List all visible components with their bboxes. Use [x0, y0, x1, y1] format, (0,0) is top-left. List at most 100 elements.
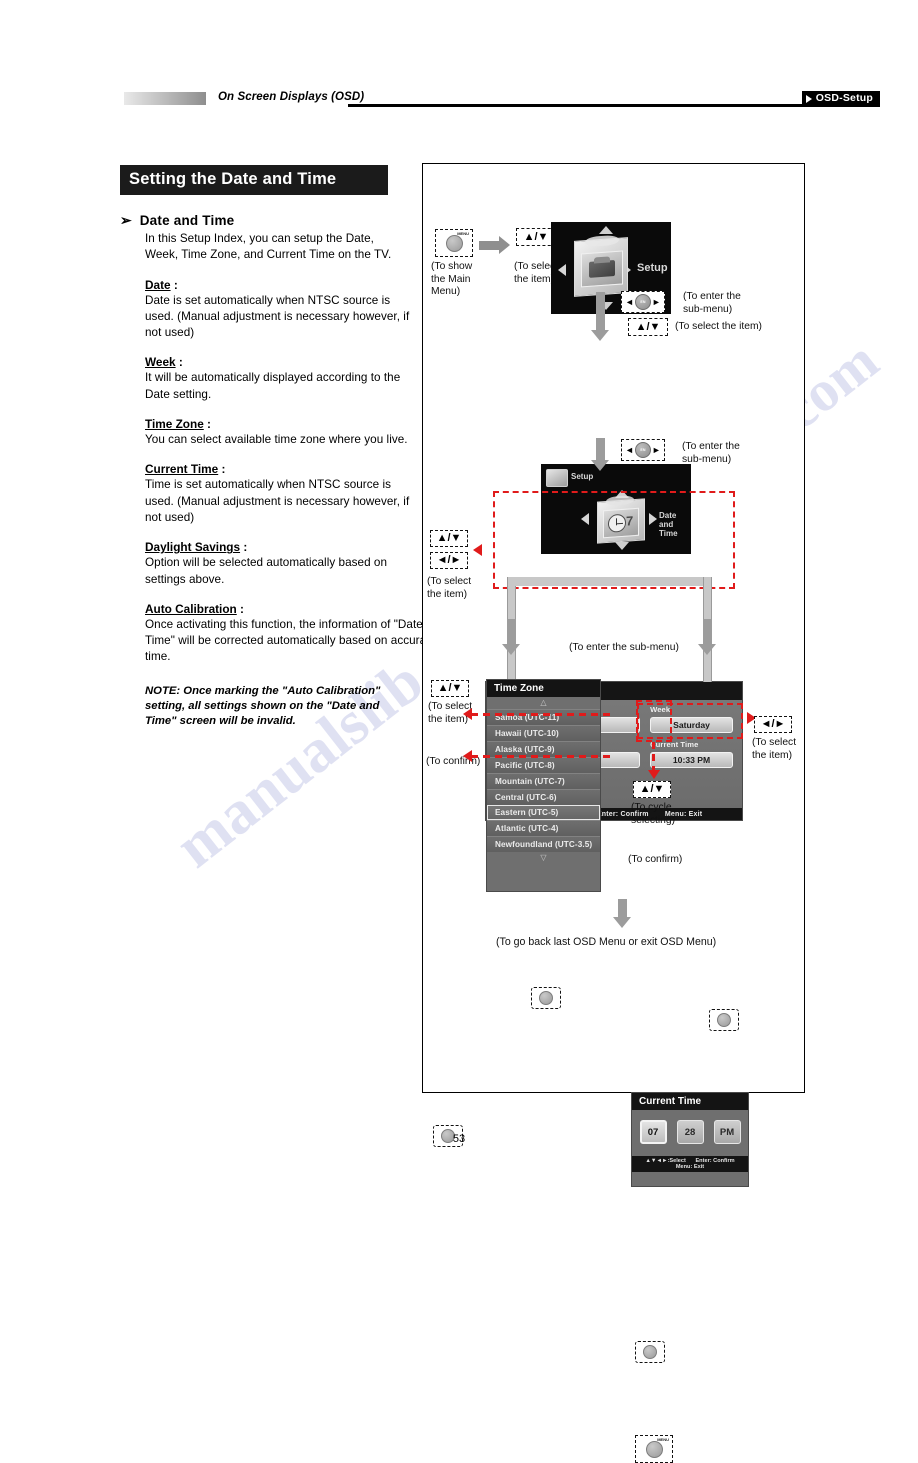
menu-button-key[interactable]: MENU — [435, 229, 473, 257]
ct-hint-exit: Menu: Exit — [675, 1164, 705, 1170]
caption-go-back: (To go back last OSD Menu or exit OSD Me… — [496, 936, 717, 948]
menu-key-dot-icon — [645, 1440, 663, 1458]
updown-key-label: ▲/▼ — [635, 320, 661, 333]
enter-key-2[interactable]: ◄ EN ► — [621, 439, 665, 461]
time-zone-title: Time Zone — [487, 680, 600, 697]
osd-field-value-week[interactable]: Saturday — [650, 717, 733, 733]
subheading-week: Week : — [145, 355, 183, 370]
subheading-daylight-savings: Daylight Savings : — [145, 540, 248, 555]
arrow-down-icon — [502, 619, 520, 655]
updown-key-5[interactable]: ▲/▼ — [633, 781, 671, 798]
enter-key-1[interactable]: ◄ EN ► — [621, 291, 665, 313]
leftright-key-label: ◄/► — [436, 554, 462, 566]
subheading-week-label: Week — [145, 355, 176, 370]
left-arrow-icon: ◄ — [625, 296, 634, 307]
caption-enter-submenu-2: (To enter the sub-menu) — [682, 441, 740, 465]
nav-down-icon — [615, 542, 629, 550]
updown-key-label: ▲/▼ — [437, 682, 463, 694]
scroll-up-icon[interactable]: △ — [487, 697, 600, 709]
body-auto-calibration: Once activating this function, the infor… — [145, 617, 446, 664]
bullet-heading: ➢ Date and Time — [120, 213, 410, 228]
updown-key-2[interactable]: ▲/▼ — [628, 318, 668, 336]
tv-screen-date-time: Setup 7 Date and Time — [541, 464, 691, 554]
subheading-auto-calibration: Auto Calibration : — [145, 601, 244, 616]
menu-key-label: MENU — [457, 231, 469, 236]
clock-cube-icon: 7 — [597, 495, 645, 544]
subheading-current-time: Current Time : — [145, 462, 226, 477]
updown-key-4[interactable]: ▲/▼ — [431, 680, 469, 697]
subheading-date: Date : — [145, 277, 178, 292]
arrow-down-icon — [591, 438, 609, 471]
subheading-time-zone-label: Time Zone — [145, 417, 204, 432]
note-text: NOTE: Once marking the "Auto Calibration… — [145, 684, 381, 727]
body-time-zone: You can select available time zone where… — [145, 433, 408, 447]
header-chapter-tag-label: OSD-Setup — [815, 92, 873, 104]
callout-line-tz-top — [471, 713, 611, 716]
time-zone-item[interactable]: Mountain (UTC-7) — [487, 773, 600, 789]
enter-key-3[interactable] — [531, 987, 561, 1009]
menu-cube-icon — [574, 234, 628, 297]
current-time-title: Current Time — [632, 1093, 748, 1110]
arrow-right-icon: ➢ — [120, 212, 132, 228]
caption-enter-submenu-3: (To enter the sub-menu) — [569, 642, 679, 653]
enter-key-dot-icon — [717, 1013, 731, 1027]
caption-select-item-inline: (To select the item) — [675, 321, 762, 332]
enter-key-dot-icon — [643, 1345, 657, 1359]
arrow-down-icon — [698, 619, 716, 655]
menu-button-key-exit[interactable]: MENU — [635, 1435, 673, 1463]
callout-line-tz-bottom — [471, 755, 611, 758]
nav-left-icon — [581, 513, 589, 525]
updown-key-3[interactable]: ▲/▼ — [430, 530, 468, 547]
time-zone-item[interactable]: Samoa (UTC-11) — [487, 709, 600, 725]
right-arrow-icon: ► — [651, 444, 661, 455]
tv-screen-setup-label: Setup — [637, 262, 668, 274]
enter-key-4[interactable] — [709, 1009, 739, 1031]
time-zone-item[interactable]: Pacific (UTC-8) — [487, 757, 600, 773]
subheading-time-zone: Time Zone : — [145, 417, 211, 432]
tv-screen-date-time-label: Date and Time — [659, 511, 678, 538]
triangle-right-icon — [805, 94, 812, 103]
body-week: It will be automatically displayed accor… — [145, 371, 401, 401]
page-number: 53 — [452, 1133, 466, 1145]
menu-key-label: MENU — [657, 1437, 669, 1442]
left-text-column: Setting the Date and Time ➢ Date and Tim… — [120, 165, 446, 729]
scroll-down-icon[interactable]: ▽ — [487, 852, 600, 864]
callout-pointer-down-icon — [648, 770, 660, 779]
updown-key-label: ▲/▼ — [523, 230, 549, 243]
caption-enter-submenu-1: (To enter the sub-menu) — [683, 291, 741, 315]
callout-pointer-left-icon — [463, 708, 472, 720]
enter-key-dot-icon: EN — [634, 442, 651, 458]
time-zone-item-selected[interactable]: Eastern (UTC-5) — [487, 805, 600, 820]
subheading-date-label: Date — [145, 277, 171, 292]
updown-key-1[interactable]: ▲/▼ — [516, 228, 556, 246]
time-zone-item[interactable]: Atlantic (UTC-4) — [487, 820, 600, 836]
body-current-time: Time is set automatically when NTSC sour… — [145, 478, 410, 524]
caption-confirm-tz: (To confirm) — [426, 756, 481, 767]
header-section-title: On Screen Displays (OSD) — [218, 91, 365, 103]
nav-up-icon — [599, 226, 613, 234]
leftright-key-2[interactable]: ◄/► — [754, 716, 792, 733]
caption-cycle-selecting: (To cycle selecting) — [631, 802, 676, 826]
enter-key-6[interactable] — [635, 1341, 665, 1363]
arrow-down-icon — [613, 899, 631, 928]
header-chapter-tag: OSD-Setup — [801, 91, 880, 105]
osd-field-value-current-time[interactable]: 10:33 PM — [650, 752, 733, 768]
leftright-key-label: ◄/► — [760, 718, 786, 730]
toolbox-icon — [581, 250, 623, 288]
time-zone-item[interactable]: Newfoundland (UTC-3.5) — [487, 836, 600, 852]
left-arrow-icon: ◄ — [625, 444, 634, 455]
osd-field-label-week: Week — [650, 705, 671, 714]
bullet-title: Date and Time — [139, 213, 235, 228]
caption-select-item-left: (To select the item) — [427, 576, 472, 600]
updown-key-label: ▲/▼ — [639, 783, 665, 795]
menu-key-dot-icon — [445, 234, 463, 252]
page-title: Setting the Date and Time — [120, 165, 388, 195]
arrow-down-icon — [591, 292, 609, 341]
arrow-right-icon — [479, 236, 510, 254]
time-zone-item[interactable]: Central (UTC-6) — [487, 789, 600, 805]
callout-pointer-left-icon — [463, 750, 472, 762]
leftright-key-1[interactable]: ◄/► — [430, 552, 468, 569]
time-zone-item[interactable]: Hawaii (UTC-10) — [487, 725, 600, 741]
right-arrow-icon: ► — [651, 296, 661, 307]
subheading-auto-calibration-label: Auto Calibration — [145, 601, 237, 616]
